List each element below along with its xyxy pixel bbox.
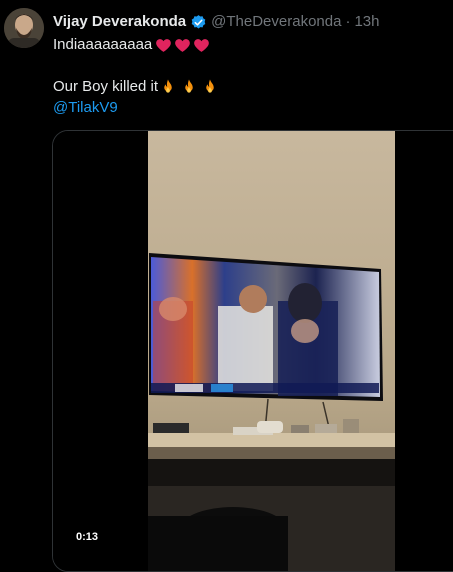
tweet-text: Indiaaaaaaaaa (53, 36, 153, 53)
fire-emoji-group (159, 78, 222, 96)
tweet-text: Our Boy killed it (53, 78, 159, 95)
timestamp[interactable]: 13h (354, 12, 379, 32)
fire-icon (180, 78, 198, 96)
red-heart-icon (155, 37, 172, 54)
video-timestamp: 0:13 (72, 530, 103, 544)
verified-badge-icon (190, 14, 207, 31)
display-name[interactable]: Vijay Deverakonda (53, 12, 186, 32)
tweet-text-line-2: Our Boy killed it (53, 76, 222, 98)
video-player[interactable] (52, 130, 453, 572)
video-frame (53, 131, 453, 571)
tweet[interactable]: Vijay Deverakonda @TheDeverakonda · 13h … (0, 0, 453, 572)
fire-icon (201, 78, 219, 96)
red-heart-icon (193, 37, 210, 54)
separator-dot: · (345, 13, 351, 30)
red-heart-icon (174, 37, 191, 54)
heart-emoji-group (155, 37, 212, 54)
tweet-header: Vijay Deverakonda @TheDeverakonda · 13h (53, 12, 379, 32)
avatar[interactable] (4, 8, 44, 48)
mention-link[interactable]: @TilakV9 (53, 98, 118, 118)
tweet-text-line-1: Indiaaaaaaaaa (53, 34, 212, 56)
fire-icon (159, 78, 177, 96)
user-handle[interactable]: @TheDeverakonda (211, 12, 341, 32)
